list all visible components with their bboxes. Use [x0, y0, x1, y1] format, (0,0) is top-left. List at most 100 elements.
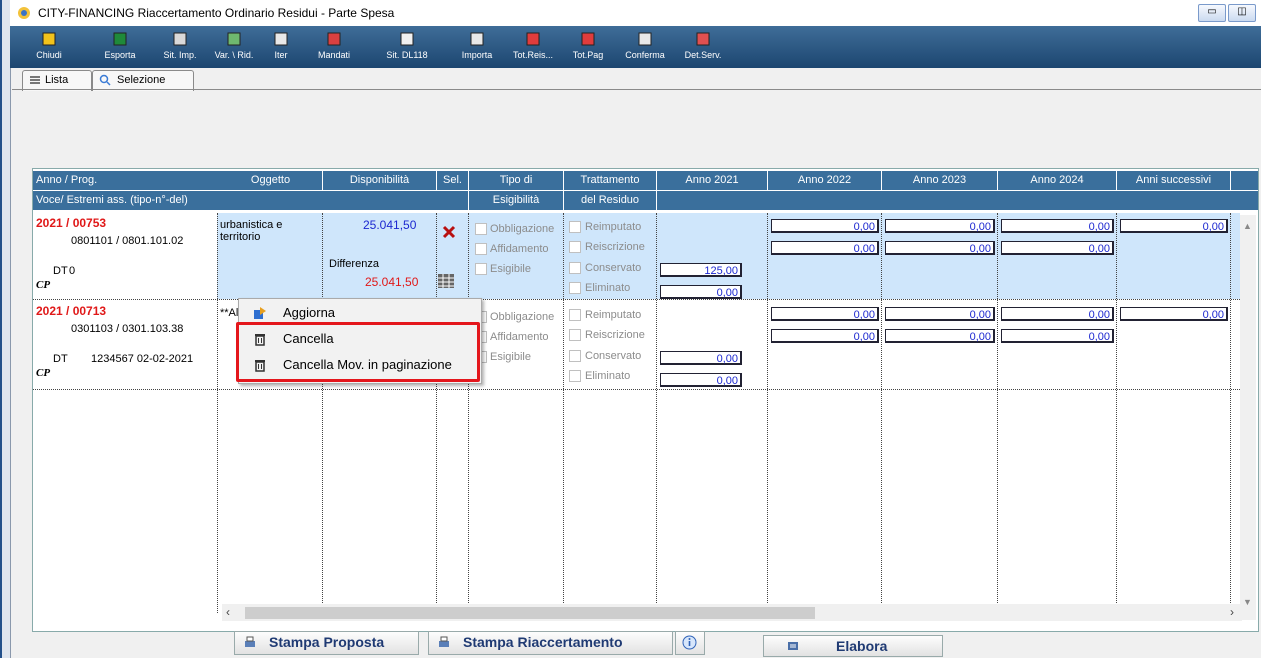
anni-successivi-input[interactable]: 0,00 [1120, 307, 1228, 321]
toolbar-label: Esporta [104, 50, 136, 60]
column-header-oggetto[interactable]: Oggetto [219, 171, 323, 190]
toolbar-button-var-rid[interactable]: Var. \ Rid. [206, 26, 262, 68]
scrollbar-thumb[interactable] [245, 607, 815, 619]
conservato-input[interactable]: 0,00 [660, 351, 742, 365]
checkbox-reimputato[interactable] [569, 309, 581, 321]
minimize-button[interactable]: ▭ [1198, 4, 1226, 22]
column-header-anno-2023[interactable]: Anno 2023 [882, 171, 998, 190]
checkbox-eliminato[interactable] [569, 370, 581, 382]
toolbar-icon [470, 32, 484, 46]
anno-2023-input[interactable]: 0,00 [885, 241, 995, 255]
checkbox-reiscrizione[interactable] [569, 241, 581, 253]
tab-selezione[interactable]: Selezione [92, 70, 194, 91]
toolbar-label: Sit. DL118 [386, 50, 428, 60]
row-dt-value: 0 [69, 265, 76, 277]
toolbar-button-sit-imp[interactable]: Sit. Imp. [158, 26, 202, 68]
anno-2024-input[interactable]: 0,00 [1001, 219, 1114, 233]
row-differenza-label: Differenza [329, 258, 379, 270]
anni-successivi-input[interactable]: 0,00 [1120, 219, 1228, 233]
checkbox-reimputato[interactable] [569, 221, 581, 233]
toolbar-button-tot-reis[interactable]: Tot.Reis... [504, 26, 562, 68]
toolbar-icon [696, 32, 710, 46]
eliminato-input[interactable]: 0,00 [660, 373, 742, 387]
column-header-sel[interactable]: Sel. [437, 171, 469, 190]
title-bar: CITY-FINANCING Riaccertamento Ordinario … [10, 0, 1261, 27]
table-row[interactable]: 2021 / 00753 0801101 / 0801.101.02 DT 0 … [33, 213, 217, 299]
column-header-anno-prog[interactable]: Anno / Prog. [33, 171, 220, 190]
row-dt-value: 1234567 02-02-2021 [91, 353, 194, 365]
toolbar-icon [526, 32, 540, 46]
row-differenza: 25.041,50 [365, 275, 419, 289]
delete-x-icon[interactable] [442, 225, 456, 239]
toolbar-button-importa[interactable]: Importa [450, 26, 504, 68]
elabora-button[interactable]: Elabora [763, 635, 943, 657]
column-header-anni-successivi[interactable]: Anni successivi [1117, 171, 1231, 190]
row-cp: CP [36, 367, 51, 379]
anno-2022-input[interactable]: 0,00 [771, 241, 879, 255]
toolbar-icon [113, 32, 127, 46]
scroll-down-icon[interactable]: ▼ [1243, 597, 1252, 607]
anno-2022-input[interactable]: 0,00 [771, 219, 879, 233]
column-header-esigibilita[interactable]: Esigibilità [469, 191, 564, 210]
row-code: 0301103 / 0301.103.38 [71, 323, 184, 335]
info-icon [682, 635, 697, 650]
toolbar-label: Tot.Reis... [512, 50, 553, 60]
checkbox-conservato[interactable] [569, 262, 581, 274]
table-row[interactable]: 2021 / 00713 0301103 / 0301.103.38 DT 12… [33, 301, 217, 387]
toolbar-button-det-serv[interactable]: Det.Serv. [674, 26, 732, 68]
detail-grid-icon[interactable] [437, 273, 455, 289]
checkbox-reiscrizione[interactable] [569, 329, 581, 341]
anno-2024-input[interactable]: 0,00 [1001, 307, 1114, 321]
toolbar-button-mandati[interactable]: Mandati [306, 26, 362, 68]
tab-lista[interactable]: Lista [22, 70, 92, 91]
column-header-trattamento[interactable]: Trattamento [564, 171, 657, 190]
anno-2022-input[interactable]: 0,00 [771, 307, 879, 321]
eliminato-input[interactable]: 0,00 [660, 285, 742, 299]
column-header-tipo-di[interactable]: Tipo di [469, 171, 564, 190]
scroll-right-icon[interactable]: › [1230, 605, 1234, 619]
toolbar-button-iter[interactable]: Iter [266, 26, 296, 68]
row-oggetto: **Al [220, 307, 239, 319]
column-header-del-residuo[interactable]: del Residuo [564, 191, 657, 210]
residui-grid: Anno / Prog. Oggetto Disponibilità Sel. … [32, 168, 1259, 632]
checkbox-obbligazione[interactable] [475, 223, 487, 235]
column-header-disponibilita[interactable]: Disponibilità [323, 171, 437, 190]
toolbar-button-sit-dl118[interactable]: Sit. DL118 [372, 26, 442, 68]
tab-underline [12, 89, 1261, 90]
column-header-blank-2 [657, 191, 1258, 210]
toolbar-button-esporta[interactable]: Esporta [86, 26, 154, 68]
anno-2023-input[interactable]: 0,00 [885, 307, 995, 321]
toolbar-button-chiudi[interactable]: Chiudi [26, 26, 72, 68]
checkbox-affidamento[interactable] [475, 243, 487, 255]
toolbar-icon [173, 32, 187, 46]
scroll-up-icon[interactable]: ▲ [1243, 221, 1252, 231]
toolbar-button-tot-pag[interactable]: Tot.Pag [562, 26, 614, 68]
stampa-proposta-button[interactable]: Stampa Proposta [234, 631, 419, 655]
print-icon [245, 636, 255, 647]
stampa-riaccertamento-button[interactable]: Stampa Riaccertamento [428, 631, 673, 655]
anno-2023-input[interactable]: 0,00 [885, 329, 995, 343]
scroll-left-icon[interactable]: ‹ [226, 605, 230, 619]
column-header-anno-2021[interactable]: Anno 2021 [657, 171, 768, 190]
toolbar-icon [227, 32, 241, 46]
toolbar-label: Chiudi [36, 50, 62, 60]
toolbar-icon [327, 32, 341, 46]
toolbar-button-conferma[interactable]: Conferma [616, 26, 674, 68]
column-header-anno-2022[interactable]: Anno 2022 [768, 171, 882, 190]
anno-2023-input[interactable]: 0,00 [885, 219, 995, 233]
restore-button[interactable]: ◫ [1228, 4, 1256, 22]
conservato-input[interactable]: 125,00 [660, 263, 742, 277]
process-icon [788, 642, 798, 650]
info-button[interactable] [675, 631, 705, 655]
row-dt-label: DT [53, 353, 68, 365]
anno-2024-input[interactable]: 0,00 [1001, 241, 1114, 255]
checkbox-esigibile[interactable] [475, 263, 487, 275]
anno-2022-input[interactable]: 0,00 [771, 329, 879, 343]
column-header-voce[interactable]: Voce/ Estremi ass. (tipo-n°-del) [33, 191, 220, 210]
anno-2024-input[interactable]: 0,00 [1001, 329, 1114, 343]
checkbox-eliminato[interactable] [569, 282, 581, 294]
checkbox-conservato[interactable] [569, 350, 581, 362]
column-header-anno-2024[interactable]: Anno 2024 [998, 171, 1117, 190]
row-id: 2021 / 00753 [36, 216, 107, 230]
vertical-scrollbar[interactable]: ▲ ▼ [1240, 215, 1256, 620]
